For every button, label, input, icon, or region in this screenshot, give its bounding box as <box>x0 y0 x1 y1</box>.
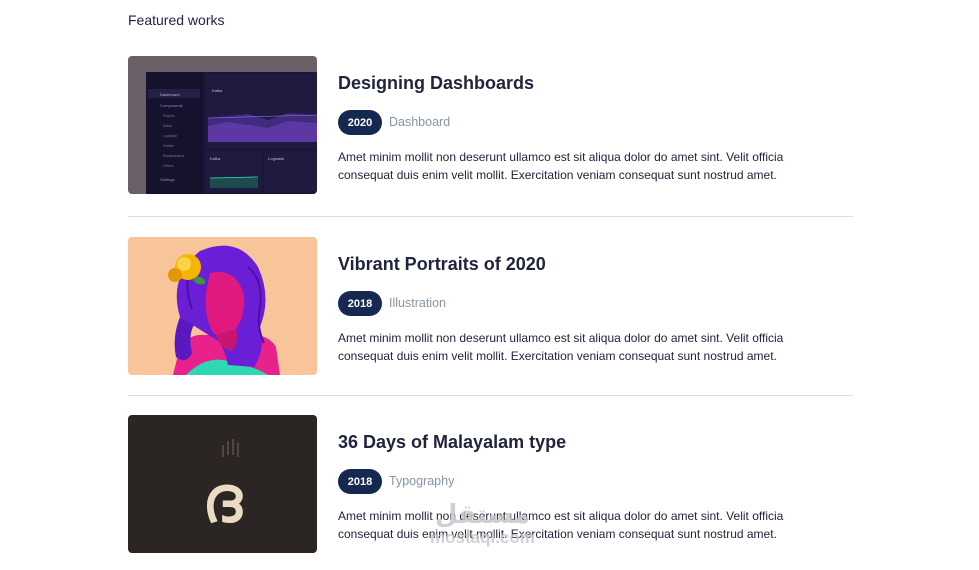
work-title[interactable]: 36 Days of Malayalam type <box>338 432 566 453</box>
work-category: Dashboard <box>389 115 451 129</box>
dashboard-thumbnail-image: Dashboard Components Players Kafka Logst… <box>128 56 317 194</box>
malayalam-glyph: ദ <box>202 462 243 537</box>
divider <box>128 395 853 396</box>
work-title[interactable]: Vibrant Portraits of 2020 <box>338 254 546 275</box>
work-description: Amet minim mollit non deserunt ullamco e… <box>338 331 784 363</box>
work-thumbnail[interactable] <box>128 237 317 375</box>
work-item-designing-dashboards[interactable]: Dashboard Components Players Kafka Logst… <box>128 56 853 196</box>
thumb-sidebar-item: Grafter <box>163 144 175 148</box>
work-thumbnail[interactable]: ദ <box>128 415 317 553</box>
work-item-vibrant-portraits[interactable]: Vibrant Portraits of 2020 2018 Illustrat… <box>128 237 853 377</box>
year-badge: 2020 <box>338 110 382 135</box>
work-category: Typography <box>389 474 455 488</box>
section-title: Featured works <box>128 12 225 28</box>
work-title[interactable]: Designing Dashboards <box>338 73 534 94</box>
malayalam-type-image: ദ <box>128 415 317 553</box>
work-category: Illustration <box>389 296 446 310</box>
divider <box>128 216 853 217</box>
work-thumbnail[interactable]: Dashboard Components Players Kafka Logst… <box>128 56 317 194</box>
thumb-sidebar-item: Kafka <box>163 124 172 128</box>
thumb-sidebar-item: Dashboard <box>160 92 180 97</box>
thumb-sidebar-item: Others <box>163 164 174 168</box>
work-description: Amet minim mollit non deserunt ullamco e… <box>338 150 784 182</box>
thumb-sidebar-item: Elasticsearch <box>163 154 184 158</box>
thumb-sidebar-item: Components <box>160 103 183 108</box>
thumb-sidebar-item: Players <box>163 114 175 118</box>
portrait-illustration-image <box>128 237 317 375</box>
thumb-sidebar-item: Settings <box>160 177 174 182</box>
thumb-sidebar-item: Logstash <box>163 134 177 138</box>
work-description: Amet minim mollit non deserunt ullamco e… <box>338 509 784 541</box>
year-badge: 2018 <box>338 291 382 316</box>
work-item-malayalam-type[interactable]: ദ 36 Days of Malayalam type 2018 Typogra… <box>128 415 853 555</box>
thumb-panel-label: Kafka <box>210 156 221 161</box>
year-badge: 2018 <box>338 469 382 494</box>
thumb-panel-label: Logstash <box>268 156 284 161</box>
thumb-header-label: Kafka <box>212 88 223 93</box>
